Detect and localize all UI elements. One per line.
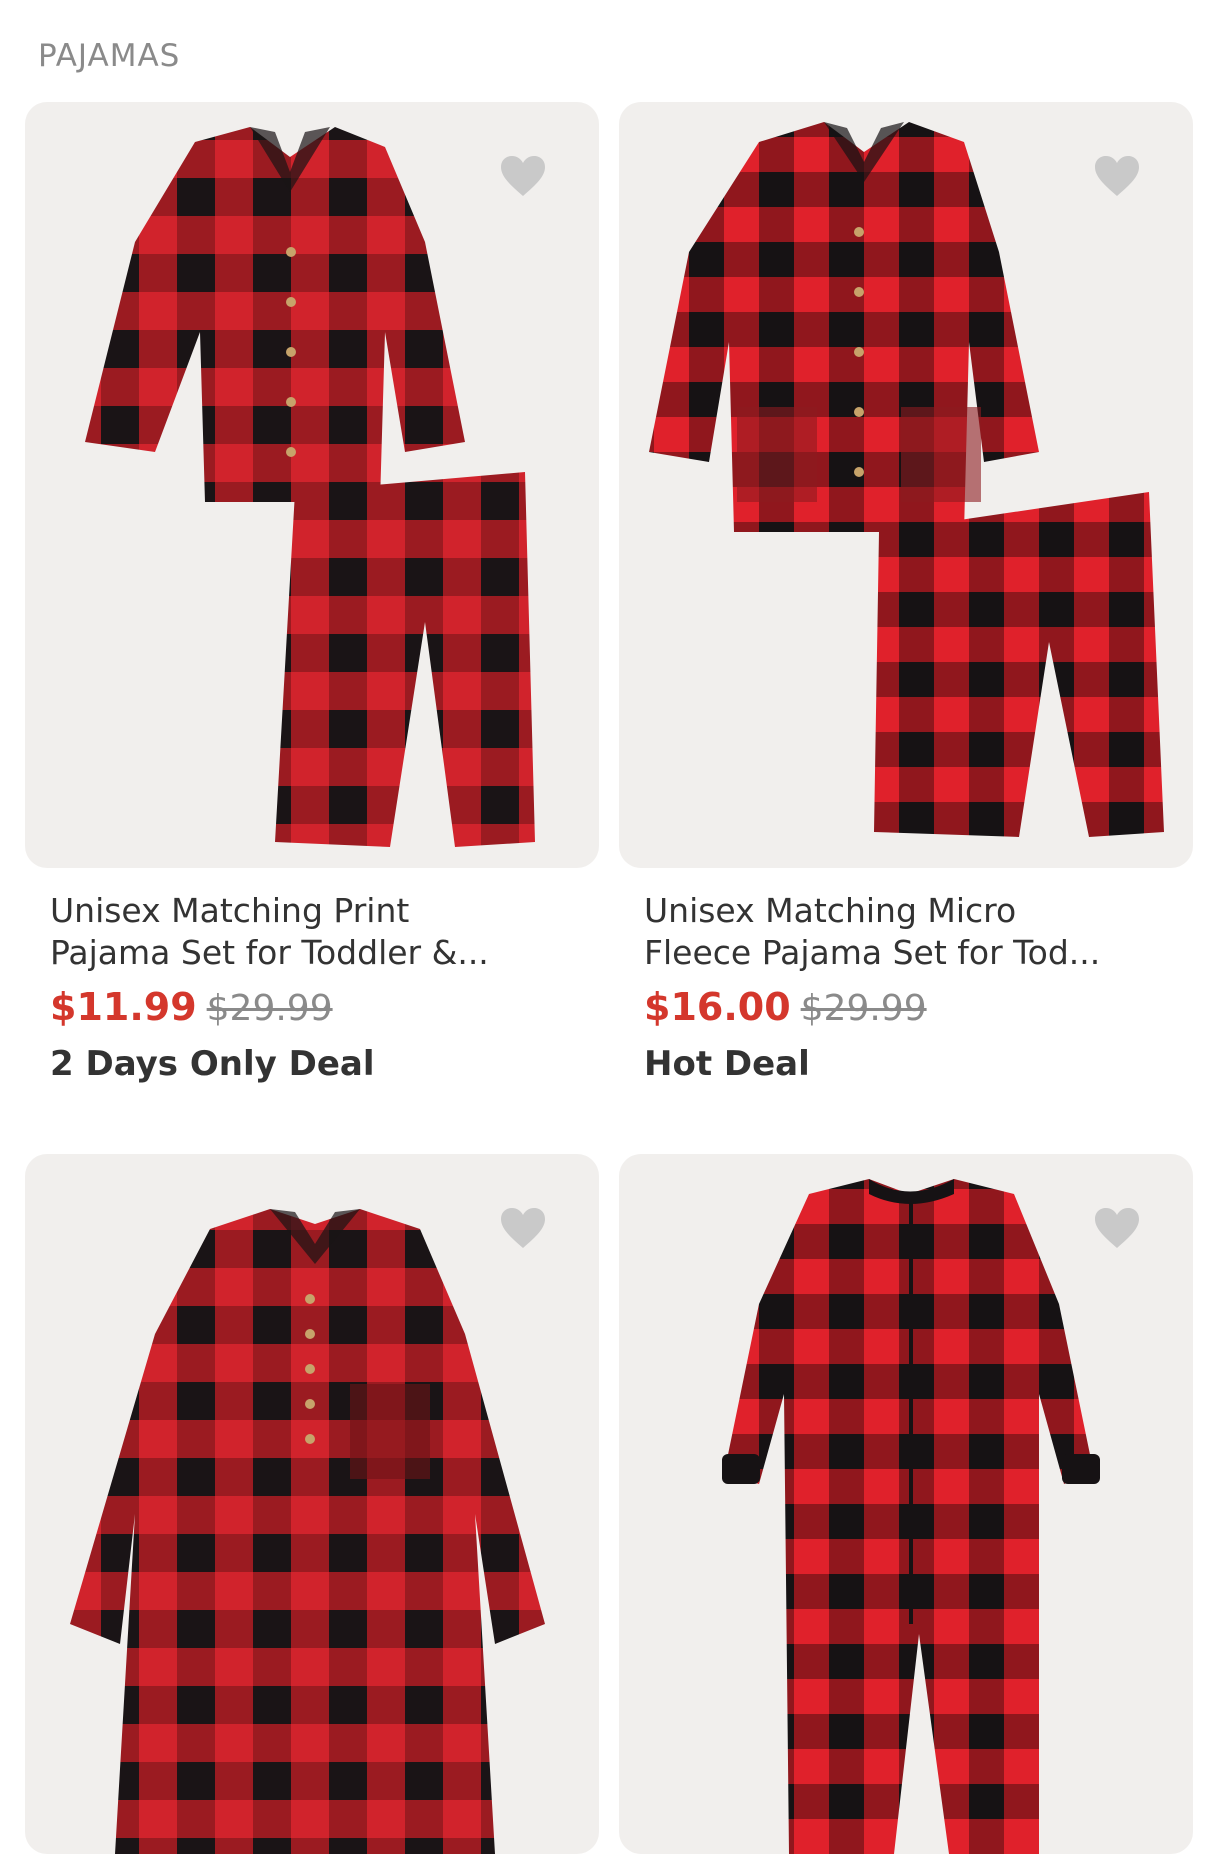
heart-icon[interactable] (499, 154, 547, 198)
sleeper-image (722, 1179, 1100, 1854)
heart-icon[interactable] (1093, 1206, 1141, 1250)
product-image[interactable] (619, 1154, 1193, 1854)
original-price: $29.99 (800, 988, 927, 1029)
product-name-line-2: Fleece Pajama Set for Tod... (644, 933, 1101, 972)
product-card-4[interactable] (619, 1154, 1193, 1854)
product-image[interactable] (25, 102, 599, 868)
product-name-line-2: Pajama Set for Toddler &... (50, 933, 489, 972)
sale-price: $16.00 (644, 985, 791, 1029)
product-name[interactable]: Unisex Matching Print Pajama Set for Tod… (50, 890, 574, 974)
product-name[interactable]: Unisex Matching Micro Fleece Pajama Set … (644, 890, 1168, 974)
pajama-set-image (85, 127, 535, 847)
product-card-3[interactable] (25, 1154, 599, 1854)
product-card-2[interactable]: Unisex Matching Micro Fleece Pajama Set … (619, 102, 1193, 1084)
pajama-set-image (649, 122, 1164, 837)
price-row: $16.00 $29.99 (644, 984, 1168, 1032)
heart-icon[interactable] (499, 1206, 547, 1250)
deal-badge: 2 Days Only Deal (50, 1044, 375, 1084)
product-card-1[interactable]: Unisex Matching Print Pajama Set for Tod… (25, 102, 599, 1084)
heart-icon[interactable] (1093, 154, 1141, 198)
sale-price: $11.99 (50, 985, 197, 1029)
product-image[interactable] (619, 102, 1193, 868)
price-row: $11.99 $29.99 (50, 984, 574, 1032)
product-image[interactable] (25, 1154, 599, 1854)
original-price: $29.99 (206, 988, 333, 1029)
deal-badge: Hot Deal (644, 1044, 810, 1084)
section-title: PAJAMAS (38, 38, 181, 74)
product-name-line-1: Unisex Matching Micro (644, 891, 1017, 930)
product-name-line-1: Unisex Matching Print (50, 891, 410, 930)
nightgown-image (70, 1209, 545, 1854)
